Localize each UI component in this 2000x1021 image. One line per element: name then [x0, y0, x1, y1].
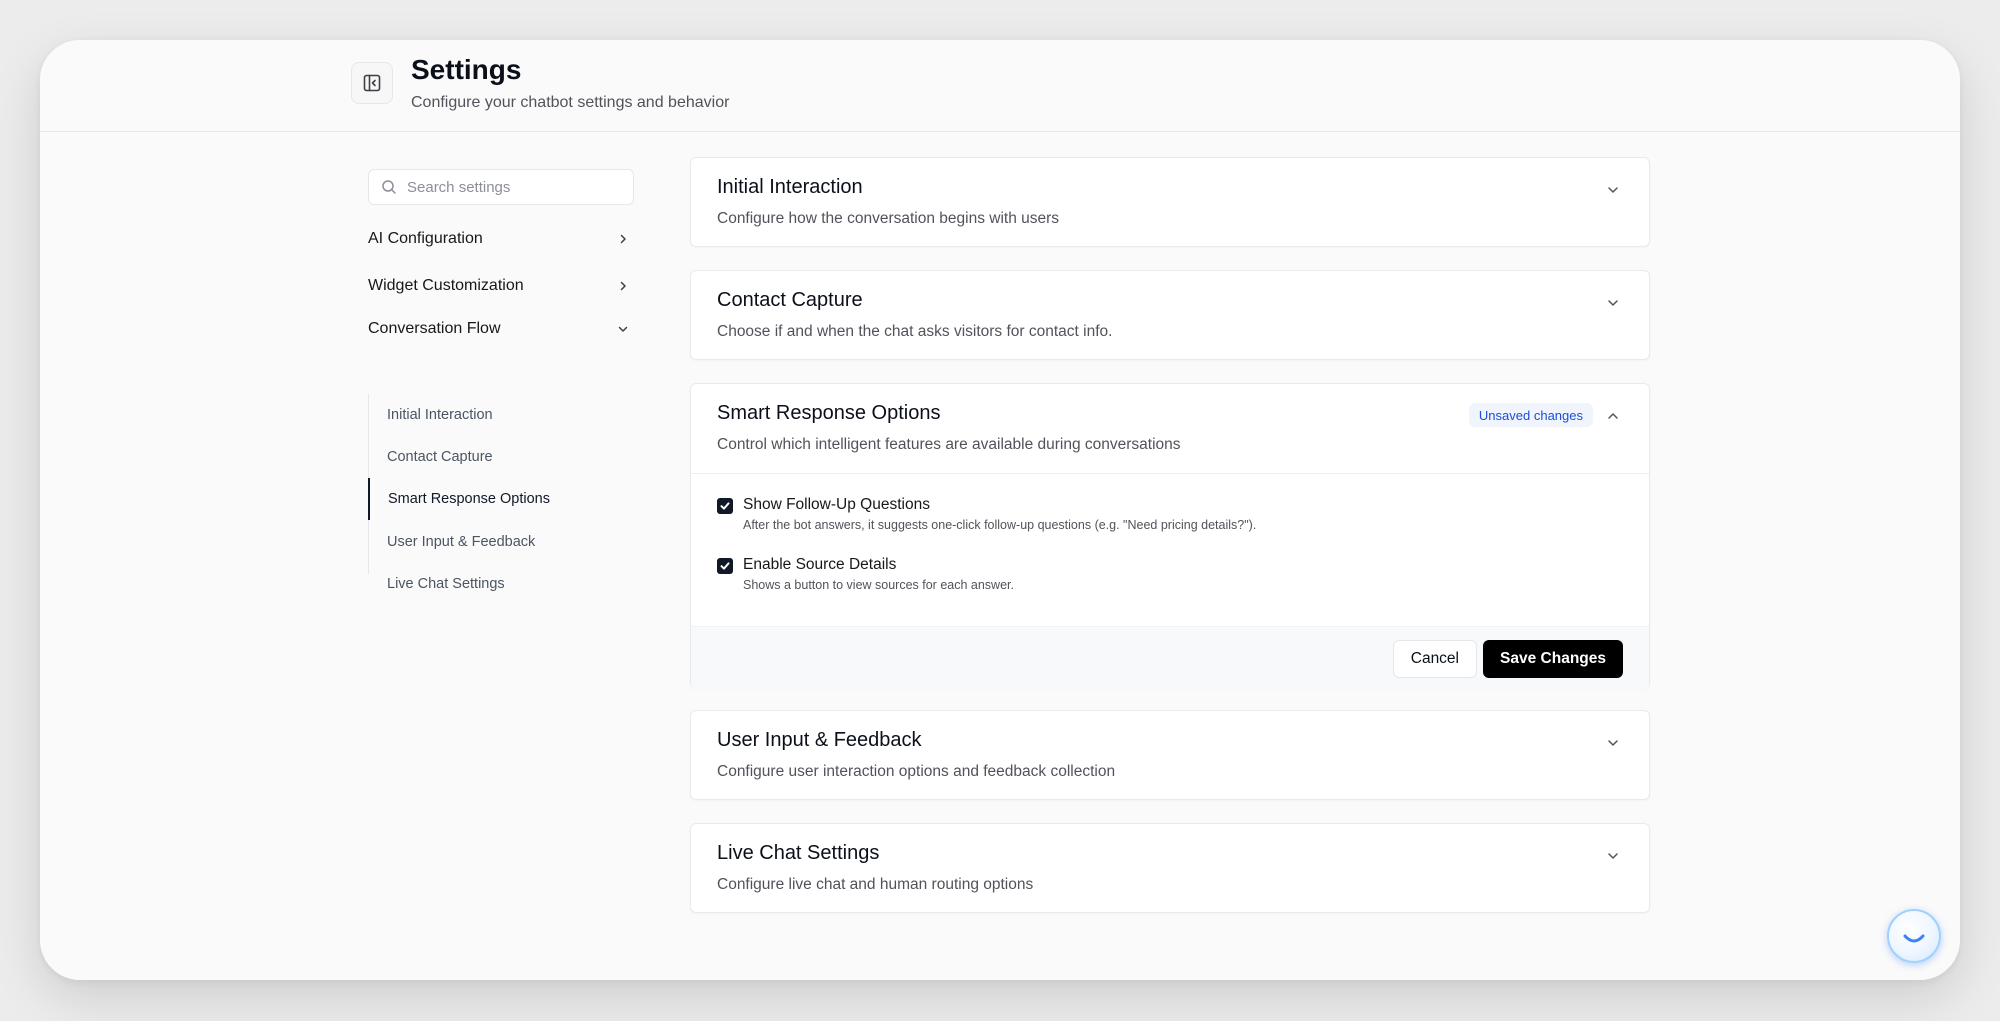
- chevron-down-icon[interactable]: [1605, 735, 1621, 751]
- option-hint: After the bot answers, it suggests one-c…: [743, 518, 1257, 532]
- checkmark-icon: [720, 562, 730, 570]
- section-description: Control which intelligent features are a…: [717, 436, 1181, 453]
- section-description: Choose if and when the chat asks visitor…: [717, 323, 1113, 340]
- subnav-item-live-chat-settings[interactable]: Live Chat Settings: [369, 563, 629, 605]
- section-live-chat-settings: Live Chat Settings Configure live chat a…: [690, 823, 1650, 913]
- page-subtitle: Configure your chatbot settings and beha…: [411, 94, 730, 111]
- sidebar-item-widget-customization[interactable]: Widget Customization: [368, 272, 634, 300]
- section-description: Configure how the conversation begins wi…: [717, 210, 1060, 227]
- chevron-right-icon: [620, 281, 626, 291]
- chevron-down-icon: [618, 326, 628, 332]
- section-body: Show Follow-Up Questions After the bot a…: [691, 473, 1649, 626]
- chevron-right-icon: [620, 234, 626, 244]
- source-details-checkbox[interactable]: [717, 558, 733, 574]
- search-input[interactable]: [407, 178, 627, 196]
- follow-up-questions-checkbox[interactable]: [717, 498, 733, 514]
- sidebar-item-label: Widget Customization: [368, 277, 524, 294]
- sidebar-toggle-icon: [363, 74, 381, 92]
- chevron-down-icon[interactable]: [1605, 295, 1621, 311]
- section-title: User Input & Feedback: [717, 729, 922, 751]
- save-changes-button[interactable]: Save Changes: [1483, 640, 1623, 678]
- sidebar-item-ai-configuration[interactable]: AI Configuration: [368, 225, 634, 253]
- sidebar-toggle-button[interactable]: [351, 62, 393, 104]
- option-enable-source-details: Enable Source Details Shows a button to …: [717, 556, 1623, 616]
- section-header[interactable]: Initial Interaction Configure how the co…: [691, 158, 1649, 246]
- section-header[interactable]: Live Chat Settings Configure live chat a…: [691, 824, 1649, 912]
- chevron-down-icon[interactable]: [1605, 848, 1621, 864]
- subnav-item-initial-interaction[interactable]: Initial Interaction: [369, 394, 629, 436]
- subnav-item-user-input-feedback[interactable]: User Input & Feedback: [369, 521, 629, 563]
- checkmark-icon: [720, 502, 730, 510]
- section-title: Contact Capture: [717, 289, 863, 311]
- sidebar-item-label: Conversation Flow: [368, 320, 501, 337]
- chat-widget-button[interactable]: [1887, 909, 1941, 963]
- conversation-flow-subnav: Initial Interaction Contact Capture Smar…: [368, 394, 634, 592]
- section-title: Smart Response Options: [717, 402, 941, 424]
- chevron-up-icon[interactable]: [1605, 408, 1621, 424]
- section-smart-response-options: Smart Response Options Control which int…: [690, 383, 1650, 690]
- section-description: Configure user interaction options and f…: [717, 763, 1116, 780]
- option-label[interactable]: Enable Source Details: [743, 556, 896, 574]
- sidebar-item-label: AI Configuration: [368, 230, 483, 247]
- subnav-item-contact-capture[interactable]: Contact Capture: [369, 436, 629, 478]
- section-header[interactable]: Contact Capture Choose if and when the c…: [691, 271, 1649, 359]
- section-contact-capture: Contact Capture Choose if and when the c…: [690, 270, 1650, 360]
- section-initial-interaction: Initial Interaction Configure how the co…: [690, 157, 1650, 247]
- search-icon: [382, 180, 396, 194]
- section-footer: Cancel Save Changes: [691, 626, 1649, 690]
- section-description: Configure live chat and human routing op…: [717, 876, 1034, 893]
- section-header[interactable]: Smart Response Options Control which int…: [691, 384, 1649, 473]
- sidebar-item-conversation-flow[interactable]: Conversation Flow: [368, 315, 634, 343]
- option-hint: Shows a button to view sources for each …: [743, 578, 1014, 592]
- chevron-down-icon[interactable]: [1605, 182, 1621, 198]
- app-window: Settings Configure your chatbot settings…: [40, 40, 1960, 980]
- chat-widget-icon: [1903, 934, 1925, 943]
- unsaved-changes-badge: Unsaved changes: [1468, 403, 1593, 427]
- section-header[interactable]: User Input & Feedback Configure user int…: [691, 711, 1649, 799]
- page-title: Settings: [411, 54, 522, 85]
- search-settings-field[interactable]: [368, 169, 634, 205]
- option-show-follow-up-questions: Show Follow-Up Questions After the bot a…: [717, 496, 1623, 556]
- cancel-button[interactable]: Cancel: [1392, 640, 1477, 678]
- subnav-item-smart-response-options[interactable]: Smart Response Options: [368, 478, 628, 520]
- option-label[interactable]: Show Follow-Up Questions: [743, 496, 930, 514]
- section-user-input-feedback: User Input & Feedback Configure user int…: [690, 710, 1650, 800]
- page-header: Settings Configure your chatbot settings…: [40, 40, 1960, 132]
- section-title: Live Chat Settings: [717, 842, 880, 864]
- section-title: Initial Interaction: [717, 176, 863, 198]
